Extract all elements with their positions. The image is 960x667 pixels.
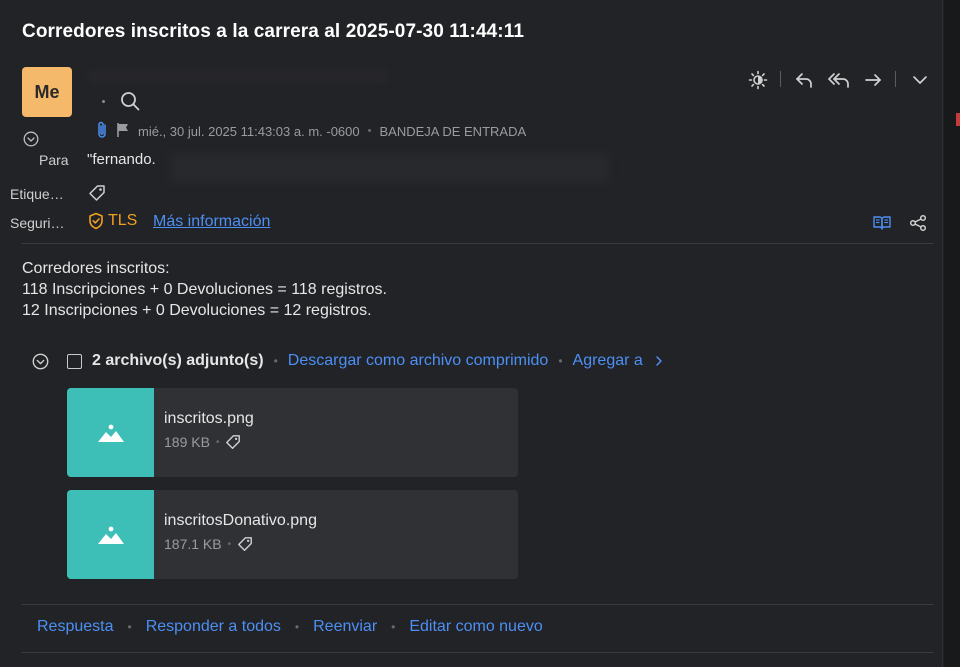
collapse-attachments-icon[interactable]	[32, 353, 49, 370]
to-value[interactable]: "fernando.	[87, 151, 156, 168]
toolbar-divider	[895, 71, 896, 87]
tag-icon[interactable]	[237, 536, 253, 552]
tls-label: TLS	[108, 212, 138, 229]
flag-icon[interactable]	[116, 122, 130, 141]
search-icon[interactable]	[119, 90, 141, 112]
reply-icon[interactable]	[793, 69, 815, 91]
tags-label: Etique…	[10, 186, 64, 202]
sender-name-redacted	[88, 70, 388, 84]
reply-button[interactable]: Respuesta	[37, 618, 114, 636]
recipient-redacted	[170, 153, 610, 183]
select-all-attachments-checkbox[interactable]	[67, 353, 82, 369]
security-label: Seguri…	[10, 215, 65, 231]
more-info-link[interactable]: Más información	[153, 213, 270, 231]
brightness-icon[interactable]	[747, 69, 769, 91]
sender-separator-dot	[102, 100, 105, 103]
body-line: 12 Inscripciones + 0 Devoluciones = 12 r…	[22, 302, 372, 319]
to-label: Para	[39, 152, 69, 168]
body-line: 118 Inscripciones + 0 Devoluciones = 118…	[22, 281, 387, 298]
share-icon[interactable]	[908, 213, 928, 233]
forward-icon[interactable]	[862, 69, 884, 91]
separator-dot: •	[558, 354, 563, 368]
body-line: Corredores inscritos:	[22, 260, 170, 277]
separator-dot: •	[127, 620, 132, 634]
attachment-name: inscritos.png	[164, 410, 254, 427]
scrollbar-track[interactable]	[944, 0, 960, 667]
attachment-card[interactable]: inscritosDonativo.png 187.1 KB •	[67, 490, 518, 579]
download-zip-link[interactable]: Descargar como archivo comprimido	[288, 352, 549, 370]
toolbar-divider	[780, 71, 781, 87]
attachments-header: 2 archivo(s) adjunto(s) • Descargar como…	[32, 350, 663, 372]
attachment-icon	[96, 121, 108, 142]
header-divider	[22, 243, 934, 244]
reply-all-button[interactable]: Responder a todos	[146, 618, 281, 636]
reply-all-icon[interactable]	[827, 69, 851, 91]
attachment-count: 2 archivo(s) adjunto(s)	[92, 352, 264, 369]
image-icon	[67, 388, 154, 477]
add-to-link[interactable]: Agregar a	[573, 352, 643, 370]
message-folder: BANDEJA DE ENTRADA	[379, 123, 527, 139]
message-pane: Corredores inscritos a la carrera al 202…	[0, 0, 943, 667]
edit-as-new-button[interactable]: Editar como nuevo	[409, 618, 542, 636]
expand-details-icon[interactable]	[22, 130, 39, 147]
chevron-right-icon[interactable]	[655, 355, 663, 367]
separator-dot: •	[227, 538, 232, 550]
avatar[interactable]: Me	[22, 67, 72, 117]
image-icon	[67, 490, 154, 579]
separator-dot: •	[273, 354, 278, 368]
shield-check-icon	[89, 212, 103, 230]
message-body: Corredores inscritos: 118 Inscripciones …	[22, 258, 387, 321]
footer-divider	[22, 604, 934, 605]
bottom-divider	[22, 652, 934, 653]
attachment-size: 187.1 KB	[164, 536, 222, 552]
tls-badge: TLS	[88, 212, 137, 230]
message-actions: Respuesta • Responder a todos • Reenviar…	[37, 618, 543, 636]
tag-icon[interactable]	[87, 183, 107, 203]
scroll-marker	[956, 113, 960, 126]
forward-button[interactable]: Reenviar	[313, 618, 377, 636]
message-subject: Corredores inscritos a la carrera al 202…	[22, 21, 525, 42]
reader-view-icon[interactable]	[872, 213, 892, 233]
chevron-down-icon[interactable]	[909, 69, 931, 91]
attachment-card[interactable]: inscritos.png 189 KB •	[67, 388, 518, 477]
separator-dot: •	[215, 436, 220, 448]
separator-dot: •	[391, 620, 396, 634]
separator-dot: •	[294, 620, 300, 634]
attachment-size: 189 KB	[164, 434, 210, 450]
message-date: mié., 30 jul. 2025 11:43:03 a. m. -0600	[138, 123, 360, 139]
attachment-name: inscritosDonativo.png	[164, 512, 317, 529]
meta-separator: •	[367, 125, 372, 137]
message-meta: mié., 30 jul. 2025 11:43:03 a. m. -0600 …	[96, 121, 527, 142]
tag-icon[interactable]	[225, 434, 241, 450]
